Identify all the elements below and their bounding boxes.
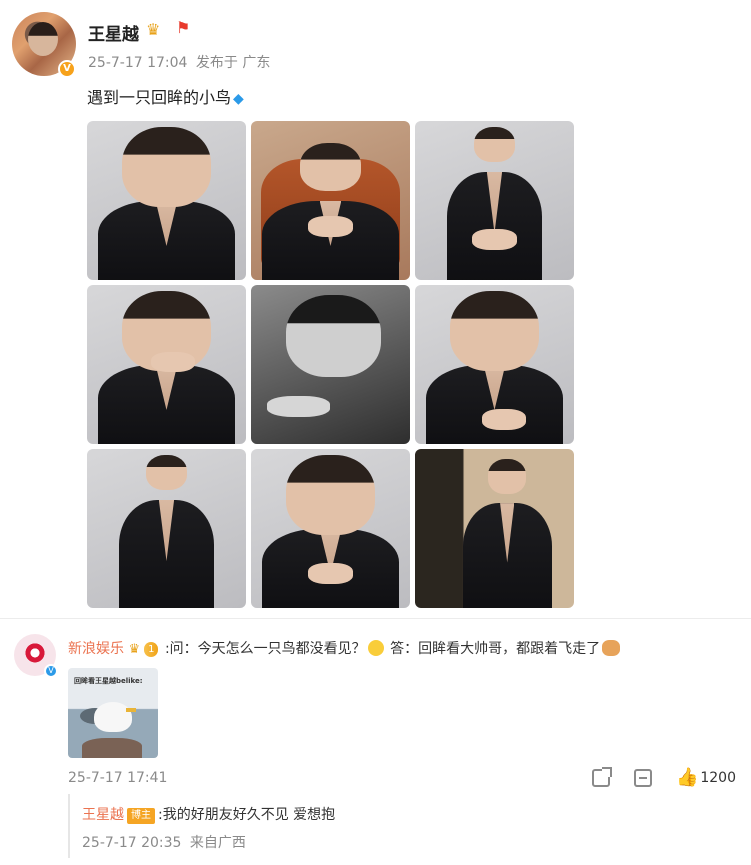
- photo-7[interactable]: [87, 449, 246, 608]
- reply-source: 来自广西: [189, 835, 246, 851]
- author-name[interactable]: 王星越: [88, 20, 139, 45]
- verified-v-icon: V: [58, 60, 76, 78]
- post-meta: 25-7-17 17:04 发布于 广东: [88, 52, 274, 72]
- photo-4[interactable]: [87, 285, 246, 444]
- reply-meta: 25-7-17 20:35 来自广西: [82, 832, 250, 852]
- reply-time: 25-7-17 20:35: [82, 835, 182, 851]
- reply-line: 王星越 博主:我的好朋友好久不见 爱想抱: [82, 804, 335, 824]
- photo-3[interactable]: [415, 121, 574, 280]
- level-badge: 1: [144, 642, 159, 657]
- diamond-icon: ◆: [233, 91, 244, 107]
- comment-time: 25-7-17 17:41: [68, 770, 168, 786]
- comment-image[interactable]: 回眸看王星越belike:: [68, 668, 158, 758]
- comment-image-caption: 回眸看王星越belike:: [74, 677, 143, 685]
- post-text-content: 遇到一只回眸的小鸟: [87, 88, 232, 107]
- comment-line: 新浪娱乐 ♛ 1 :问：今天怎么一只鸟都没看见？ 答：回眸看大帅哥，都跟着飞走了: [68, 638, 621, 658]
- photo-6[interactable]: [415, 285, 574, 444]
- red-flag-icon[interactable]: ⚑: [176, 18, 190, 38]
- comment-actions: 👍 1200: [568, 767, 736, 788]
- photo-9[interactable]: [415, 449, 574, 608]
- commenter-name[interactable]: 新浪娱乐: [68, 641, 124, 657]
- thinking-emoji-icon: [367, 640, 384, 656]
- cat-emoji-icon: [602, 640, 621, 656]
- post-header: V 王星越 ♛ ⚑ 25-7-17 17:04 发布于 广东: [12, 12, 732, 78]
- post-time[interactable]: 25-7-17 17:04: [88, 55, 187, 71]
- author-badge: 博主: [127, 808, 155, 824]
- divider: [0, 618, 751, 619]
- reply-text: :我的好朋友好久不见 爱想抱: [158, 807, 336, 823]
- photo-5[interactable]: [251, 285, 410, 444]
- photo-8[interactable]: [251, 449, 410, 608]
- verified-blue-icon: V: [44, 664, 58, 678]
- photo-1[interactable]: [87, 121, 246, 280]
- post-text: 遇到一只回眸的小鸟 ◆: [87, 84, 244, 108]
- share-icon[interactable]: [592, 767, 613, 787]
- comment-icon[interactable]: [634, 769, 653, 787]
- photo-grid: [87, 121, 574, 608]
- comment-text: :问：今天怎么一只鸟都没看见？: [164, 641, 366, 657]
- like-icon[interactable]: 👍: [676, 769, 698, 787]
- comment-text-2: 答：回眸看大帅哥，都跟着飞走了: [390, 641, 601, 657]
- reply-author[interactable]: 王星越: [82, 807, 124, 823]
- crown-icon[interactable]: ♛: [146, 20, 160, 40]
- reply: 王星越 博主:我的好朋友好久不见 爱想抱 25-7-17 20:35 来自广西: [68, 794, 738, 858]
- like-count: 1200: [700, 770, 736, 786]
- post-source: 发布于 广东: [195, 55, 271, 71]
- crown-icon: ♛: [128, 642, 141, 657]
- photo-2[interactable]: [251, 121, 410, 280]
